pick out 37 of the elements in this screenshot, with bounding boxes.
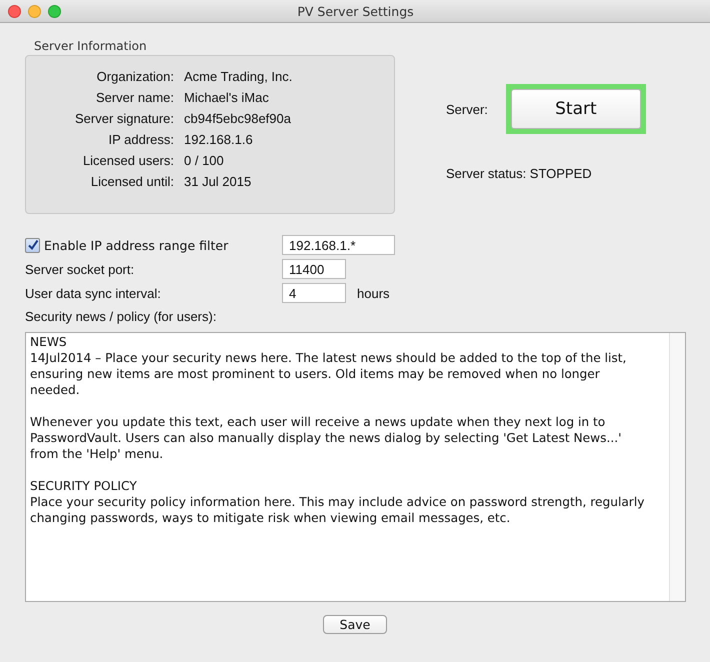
info-value: Michael's iMac <box>184 90 269 105</box>
text-line: Whenever you update this text, each user will receive a news update when they next log in to PasswordVault. Users can also manually display the news dialog by selecting 'Get Latest News...' from the 'Help' menu. <box>30 414 622 462</box>
input-field[interactable]: 4 <box>282 283 346 303</box>
minimize-icon[interactable] <box>28 4 41 18</box>
input-field[interactable]: 192.168.1.* <box>282 235 395 255</box>
info-value: 192.168.1.6 <box>184 132 253 147</box>
field-label: Server socket port: <box>25 262 134 276</box>
info-value: cb94f5ebc98ef90a <box>184 111 291 126</box>
info-value: Acme Trading, Inc. <box>184 69 292 84</box>
info-value: 31 Jul 2015 <box>184 174 252 189</box>
info-label: Server signature: <box>74 111 174 126</box>
checkbox[interactable] <box>25 238 40 252</box>
text-line: SECURITY POLICY <box>30 478 138 494</box>
info-label: Licensed users: <box>82 153 174 168</box>
server-label: Server: <box>446 102 488 116</box>
info-label: Organization: <box>96 69 174 84</box>
close-icon[interactable] <box>8 4 21 18</box>
scroll-bar[interactable] <box>669 333 685 601</box>
text-line: Place your security policy information here. This may include advice on password strength, regularly changing passwords, ways to mitigate risk when viewing email messages, etc. <box>30 494 646 526</box>
checkbox-label[interactable]: Enable IP address range filter <box>44 238 228 252</box>
field-label: User data sync interval: <box>25 286 161 300</box>
zoom-icon[interactable] <box>48 4 61 18</box>
news-text-area[interactable] <box>25 332 686 602</box>
start-button[interactable]: Start <box>510 89 641 129</box>
unit-label: hours <box>357 286 390 300</box>
info-label: Server name: <box>94 90 174 105</box>
info-label: IP address: <box>107 132 174 147</box>
save-button[interactable]: Save <box>322 615 388 634</box>
window-title: PV Server Settings <box>297 4 414 18</box>
text-line: 14Jul2014 – Place your security news here. The latest news should be added to the top of the list, ensuring new items are most prominent to users. Old items may be removed when no longer needed. <box>30 350 628 398</box>
info-label: Licensed until: <box>90 174 174 189</box>
server-status: Server status: STOPPED <box>446 166 593 181</box>
group-title: Server Information <box>33 39 147 53</box>
text-line: NEWS <box>30 334 68 350</box>
input-field[interactable]: 11400 <box>282 259 346 279</box>
field-label: Security news / policy (for users): <box>25 309 218 324</box>
info-value: 0 / 100 <box>184 153 224 168</box>
